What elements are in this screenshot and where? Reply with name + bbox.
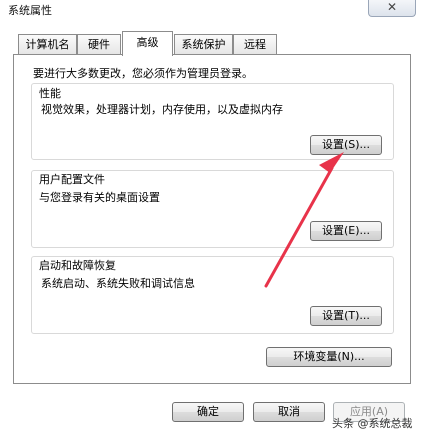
annotation-arrow-head xyxy=(319,152,344,173)
annotation-arrow-shaft xyxy=(264,166,334,288)
annotation-arrow xyxy=(264,152,344,288)
watermark: 头条 @系统总裁 xyxy=(332,417,413,430)
